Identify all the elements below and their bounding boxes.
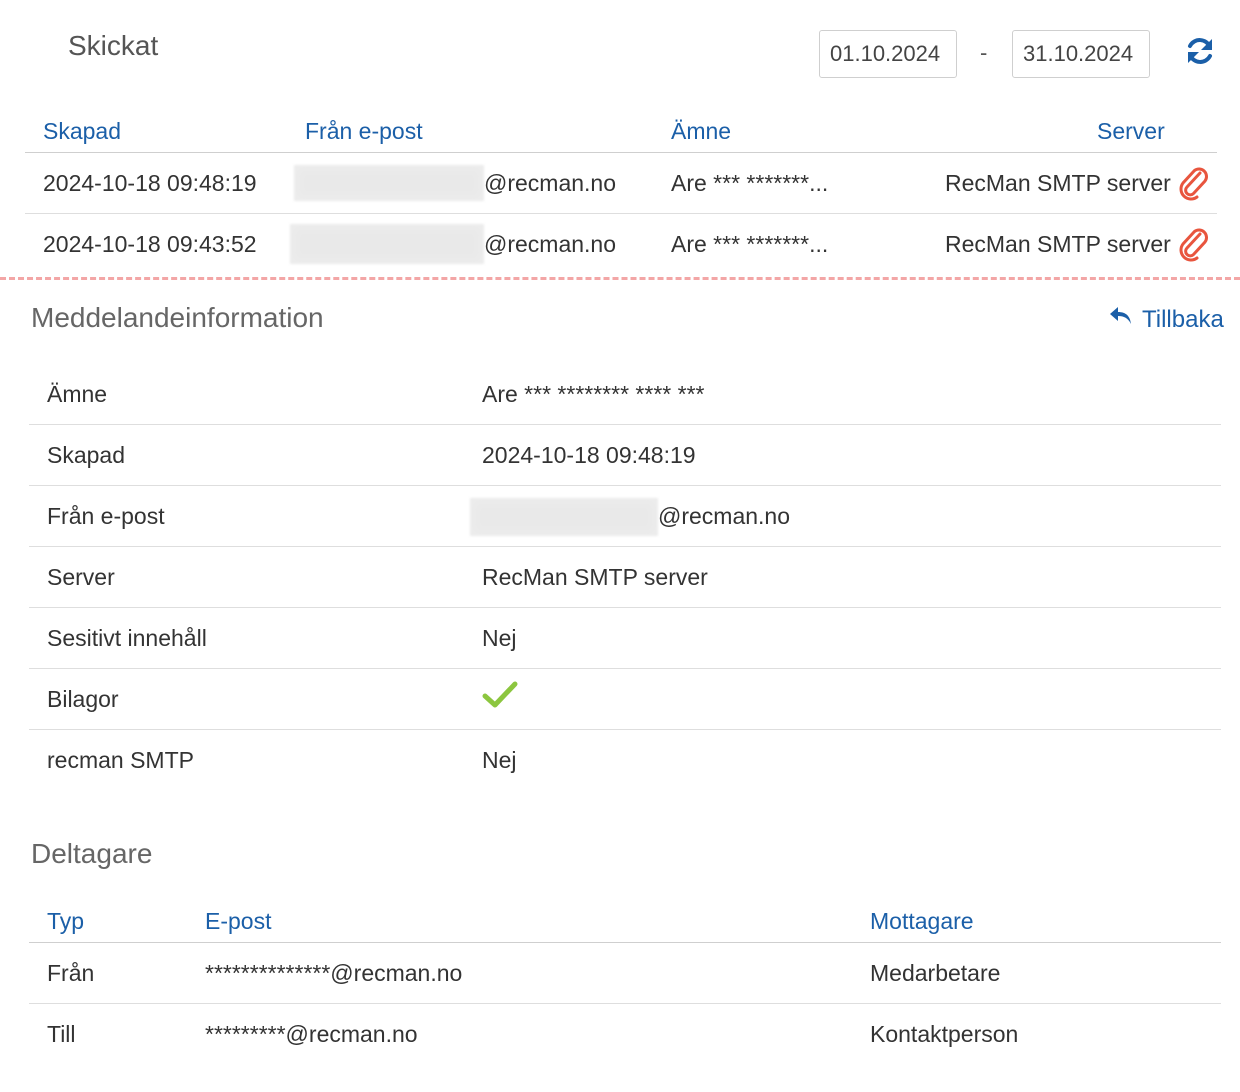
row-divider bbox=[29, 668, 1221, 669]
info-value: RecMan SMTP server bbox=[482, 564, 708, 590]
info-label: Bilagor bbox=[47, 686, 119, 712]
participant-email: *********@recman.no bbox=[205, 1021, 418, 1047]
row-divider bbox=[29, 1003, 1221, 1004]
info-value: Nej bbox=[482, 747, 517, 773]
date-separator: - bbox=[980, 40, 988, 65]
column-header-email[interactable]: E-post bbox=[205, 908, 271, 935]
column-header-type[interactable]: Typ bbox=[47, 908, 84, 935]
participants-title: Deltagare bbox=[31, 838, 153, 869]
info-label: Server bbox=[47, 564, 115, 590]
table-header-divider bbox=[29, 942, 1221, 943]
row-divider bbox=[29, 546, 1221, 547]
row-divider bbox=[29, 729, 1221, 730]
row-server: RecMan SMTP server bbox=[945, 170, 1171, 196]
info-label: Skapad bbox=[47, 442, 126, 468]
row-from-domain: @recman.no bbox=[484, 231, 617, 257]
participant-email: **************@recman.no bbox=[205, 960, 463, 986]
row-divider bbox=[29, 424, 1221, 425]
row-subject: Are *** *******... bbox=[671, 170, 829, 196]
participant-type: Till bbox=[47, 1021, 76, 1047]
message-info-title: Meddelandeinformation bbox=[31, 302, 324, 333]
info-label: Ämne bbox=[47, 381, 108, 407]
check-icon bbox=[482, 680, 518, 710]
page-title: Skickat bbox=[68, 30, 159, 61]
row-divider bbox=[29, 607, 1221, 608]
paperclip-icon[interactable] bbox=[1178, 226, 1210, 262]
column-header-server[interactable]: Server bbox=[1097, 118, 1165, 145]
column-header-created[interactable]: Skapad bbox=[43, 118, 121, 145]
paperclip-icon[interactable] bbox=[1178, 165, 1210, 201]
participant-recipient: Kontaktperson bbox=[870, 1021, 1019, 1047]
date-to-input[interactable] bbox=[1012, 30, 1150, 78]
column-header-recipient[interactable]: Mottagare bbox=[870, 908, 974, 935]
info-label: recman SMTP bbox=[47, 747, 194, 773]
redacted-email-blur bbox=[470, 498, 658, 536]
row-subject: Are *** *******... bbox=[671, 231, 829, 257]
info-value: Are *** ******** **** *** bbox=[482, 381, 705, 407]
row-created: 2024-10-18 09:48:19 bbox=[43, 170, 257, 196]
info-label: Sesitivt innehåll bbox=[47, 625, 207, 651]
refresh-icon[interactable] bbox=[1183, 34, 1217, 68]
back-label: Tillbaka bbox=[1142, 305, 1224, 333]
participant-type: Från bbox=[47, 960, 95, 986]
info-value: 2024-10-18 09:48:19 bbox=[482, 442, 696, 468]
section-divider bbox=[0, 277, 1240, 280]
row-from-domain: @recman.no bbox=[484, 170, 617, 196]
back-link[interactable]: Tillbaka bbox=[1108, 305, 1224, 334]
column-header-subject[interactable]: Ämne bbox=[671, 118, 731, 145]
reply-arrow-icon bbox=[1108, 305, 1134, 334]
row-divider bbox=[29, 485, 1221, 486]
info-value: Nej bbox=[482, 625, 517, 651]
participant-recipient: Medarbetare bbox=[870, 960, 1001, 986]
redacted-email-blur bbox=[290, 224, 484, 264]
row-server: RecMan SMTP server bbox=[945, 231, 1171, 257]
info-value: @recman.no bbox=[658, 503, 791, 529]
row-created: 2024-10-18 09:43:52 bbox=[43, 231, 257, 257]
info-label: Från e-post bbox=[47, 503, 165, 529]
redacted-email-blur bbox=[294, 165, 484, 201]
column-header-from[interactable]: Från e-post bbox=[305, 118, 423, 145]
date-from-input[interactable] bbox=[819, 30, 957, 78]
